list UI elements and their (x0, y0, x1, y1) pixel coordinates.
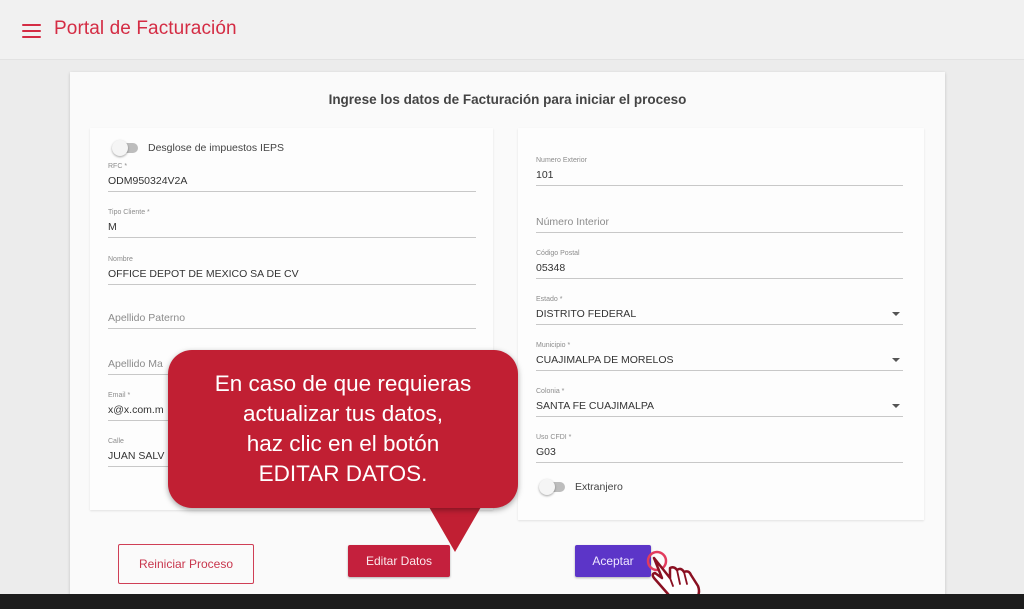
municipio-label: Municipio * (536, 342, 571, 349)
colonia-label: Colonia * (536, 388, 565, 395)
uso-cfdi-value: G03 (536, 446, 556, 458)
reiniciar-proceso-button[interactable]: Reiniciar Proceso (118, 544, 254, 584)
extranjero-toggle-label: Extranjero (575, 481, 623, 493)
numero-exterior-value: 101 (536, 169, 554, 181)
instruction-callout: En caso de que requieras actualizar tus … (168, 350, 518, 508)
apellido-paterno-field[interactable]: Apellido Paterno (108, 300, 476, 329)
tipo-cliente-label: Tipo Cliente * (108, 209, 150, 216)
app-bar: Portal de Facturación (0, 0, 1024, 60)
colonia-select[interactable]: Colonia * SANTA FE CUAJIMALPA (536, 388, 903, 417)
toggle-knob (112, 140, 128, 156)
codigo-postal-label: Código Postal (536, 250, 580, 257)
rfc-field[interactable]: RFC * ODM950324V2A (108, 163, 476, 192)
codigo-postal-value: 05348 (536, 262, 566, 274)
callout-line: haz clic en el botón (246, 431, 440, 456)
tipo-cliente-field[interactable]: Tipo Cliente * M (108, 209, 476, 238)
callout-line: En caso de que requieras (214, 371, 472, 396)
callout-line: actualizar tus datos, (242, 401, 444, 426)
uso-cfdi-field[interactable]: Uso CFDI * G03 (536, 434, 903, 463)
toggle-track (539, 479, 565, 495)
apellido-paterno-placeholder: Apellido Paterno (108, 312, 186, 324)
form-title: Ingrese los datos de Facturación para in… (328, 92, 687, 107)
numero-interior-placeholder: Número Interior (536, 216, 609, 228)
rfc-label: RFC * (108, 163, 128, 170)
estado-label: Estado * (536, 296, 563, 303)
rfc-value: ODM950324V2A (108, 175, 188, 187)
app-title: Portal de Facturación (54, 18, 237, 39)
caret-down-icon (892, 358, 900, 362)
nombre-label: Nombre (108, 256, 133, 263)
callout-line: EDITAR DATOS. (258, 461, 428, 486)
ieps-toggle-label: Desglose de impuestos IEPS (148, 142, 284, 154)
ieps-toggle[interactable]: Desglose de impuestos IEPS (112, 140, 284, 156)
estado-value: DISTRITO FEDERAL (536, 308, 637, 320)
toggle-knob (539, 479, 555, 495)
numero-exterior-field[interactable]: Numero Exterior 101 (536, 157, 903, 186)
caret-down-icon (892, 404, 900, 408)
colonia-value: SANTA FE CUAJIMALPA (536, 400, 655, 412)
nombre-value: OFFICE DEPOT DE MEXICO SA DE CV (108, 268, 299, 280)
municipio-select[interactable]: Municipio * CUAJIMALPA DE MORELOS (536, 342, 903, 371)
nombre-field[interactable]: Nombre OFFICE DEPOT DE MEXICO SA DE CV (108, 256, 476, 285)
numero-interior-field[interactable]: Número Interior (536, 204, 903, 233)
caret-down-icon (892, 312, 900, 316)
hamburger-menu-icon[interactable] (22, 24, 41, 38)
tipo-cliente-value: M (108, 221, 117, 233)
toggle-track (112, 140, 138, 156)
bottom-bar (0, 594, 1024, 609)
extranjero-toggle[interactable]: Extranjero (539, 479, 623, 495)
estado-select[interactable]: Estado * DISTRITO FEDERAL (536, 296, 903, 325)
numero-exterior-label: Numero Exterior (536, 157, 587, 164)
municipio-value: CUAJIMALPA DE MORELOS (536, 354, 674, 366)
uso-cfdi-label: Uso CFDI * (536, 434, 572, 441)
codigo-postal-field[interactable]: Código Postal 05348 (536, 250, 903, 279)
